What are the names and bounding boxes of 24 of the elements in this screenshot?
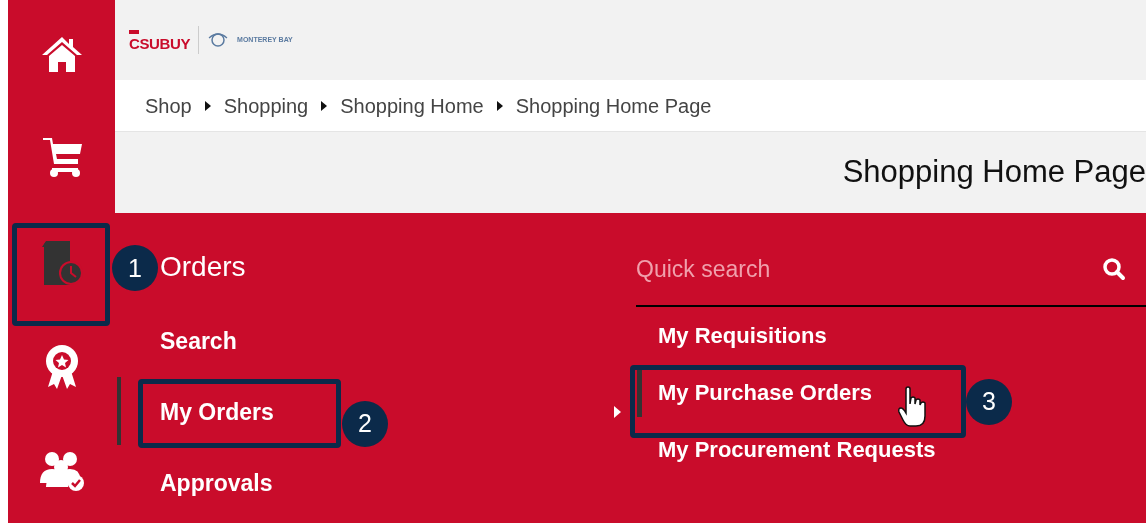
submenu-item[interactable]: My Procurement Requests xyxy=(658,433,936,466)
breadcrumb-link[interactable]: Shopping xyxy=(223,90,309,121)
pointer-triangle-icon xyxy=(614,406,621,418)
quick-search-field[interactable]: Quick search xyxy=(636,233,1102,305)
breadcrumb-link[interactable]: Shop xyxy=(145,90,192,121)
submenu-item[interactable]: My Requisitions xyxy=(658,319,827,352)
campus-logo-icon xyxy=(207,32,230,48)
hand-cursor-icon xyxy=(898,386,928,428)
step-number-badge: 2 xyxy=(342,401,388,447)
breadcrumb-separator-icon xyxy=(495,99,504,112)
page-title: Shopping Home Page xyxy=(842,153,1146,192)
breadcrumb-link[interactable]: Shopping Home xyxy=(340,90,484,121)
search-icon[interactable] xyxy=(1102,257,1126,281)
menu-item[interactable]: Search xyxy=(160,324,237,359)
menu-heading: Orders xyxy=(160,250,246,284)
step-number-badge: 3 xyxy=(966,379,1012,425)
breadcrumb-separator-icon xyxy=(320,99,329,112)
menu-item[interactable]: My Orders xyxy=(160,395,274,430)
submenu-item[interactable]: My Purchase Orders xyxy=(658,376,872,409)
brand-name: CSUBUY xyxy=(129,35,191,51)
breadcrumb-separator-icon xyxy=(203,99,212,112)
breadcrumb-link[interactable]: Shopping Home Page xyxy=(515,90,712,121)
award-ribbon-icon[interactable] xyxy=(43,342,80,391)
menu-item[interactable]: Approvals xyxy=(160,466,273,501)
